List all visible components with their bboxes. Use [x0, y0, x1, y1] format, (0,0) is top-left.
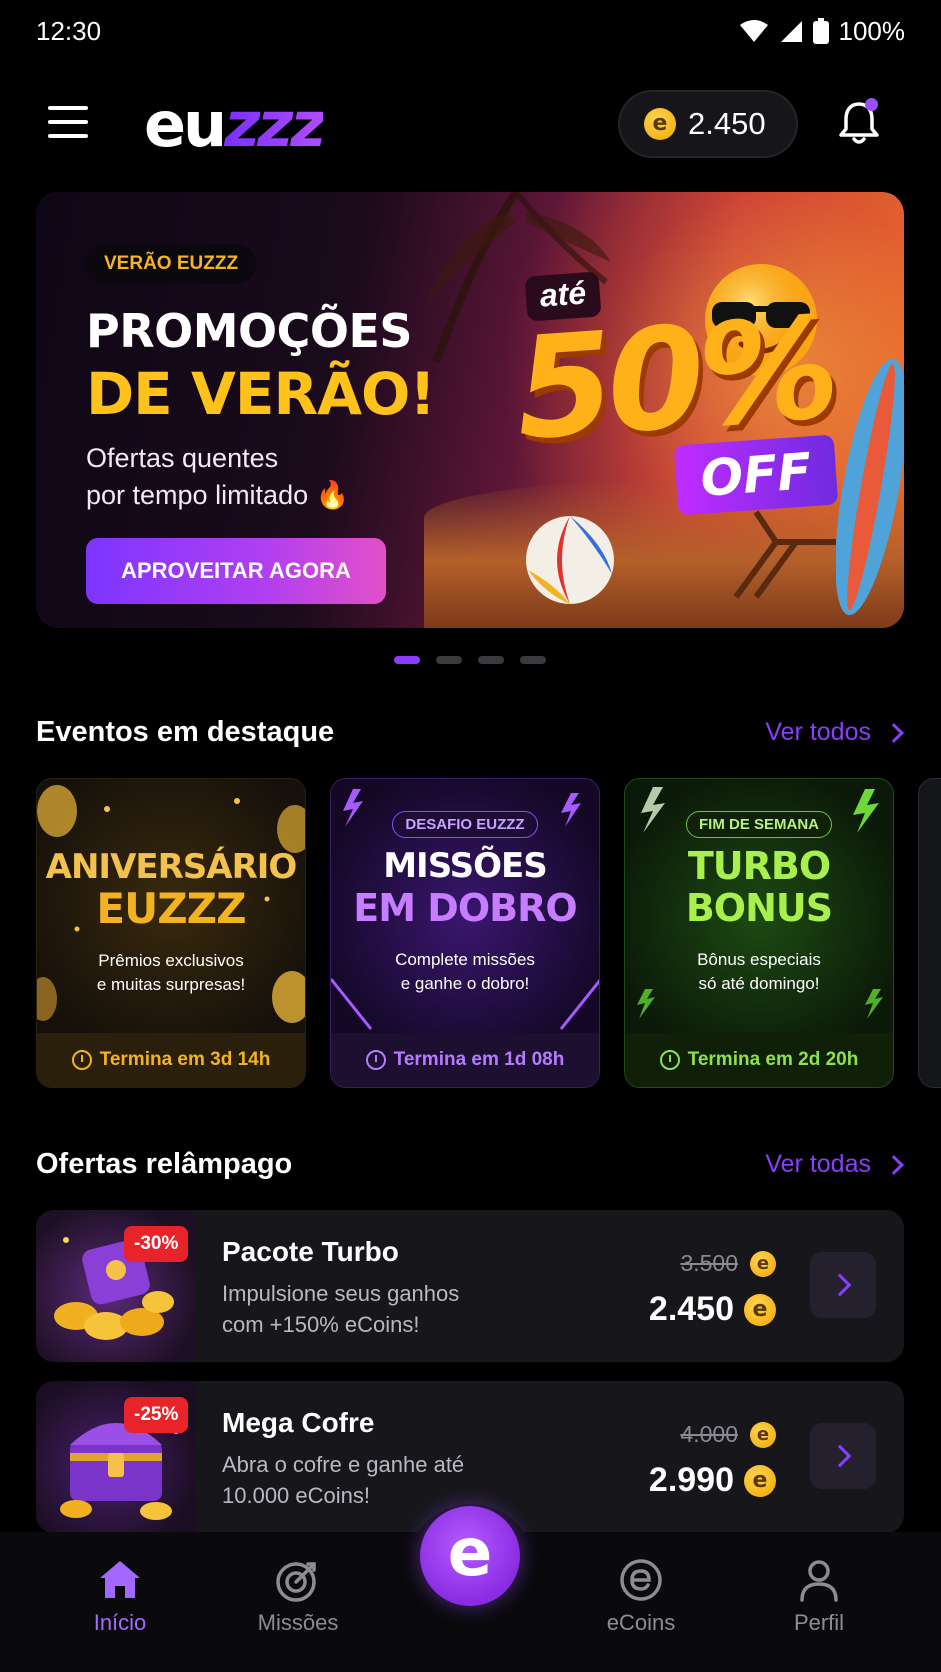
ecoin-icon: e: [744, 1464, 776, 1497]
events-see-all-link[interactable]: Ver todos: [765, 718, 904, 747]
battery-icon: [812, 18, 829, 44]
ecoin-icon: e: [750, 1421, 776, 1448]
banner-tag: VERÃO EUZZZ: [86, 244, 257, 284]
event-title-line2: EUZZZ: [96, 884, 246, 933]
offer-open-button[interactable]: [810, 1252, 876, 1318]
ecoin-icon: [620, 1559, 662, 1601]
event-badge: DESAFIO EUZZZ: [392, 811, 538, 838]
nav-item-home[interactable]: Início: [50, 1556, 190, 1636]
ecoin-icon: e: [750, 1250, 776, 1277]
event-timer: Termina em 1d 08h: [331, 1033, 599, 1087]
notification-dot: [865, 98, 878, 111]
event-title-line1: ANIVERSÁRIO: [45, 847, 298, 887]
wifi-icon: [739, 20, 768, 42]
pagination-dot[interactable]: [394, 656, 420, 664]
ecoin-icon: e: [644, 108, 676, 140]
euzzz-center-button[interactable]: e: [420, 1506, 520, 1606]
offer-title: Pacote Turbo: [222, 1236, 399, 1267]
chevron-right-icon: [884, 1154, 904, 1175]
nav-item-missions[interactable]: Missões: [228, 1556, 368, 1636]
home-icon: [100, 1561, 140, 1598]
chevron-right-icon: [828, 1273, 852, 1297]
hamburger-menu-icon[interactable]: [48, 106, 88, 138]
discount-badge: -25%: [124, 1397, 189, 1433]
battery-level: 100%: [838, 15, 906, 46]
beach-ball-decoration: [526, 516, 614, 604]
nav-item-ecoins[interactable]: eCoins: [571, 1556, 711, 1636]
event-card[interactable]: FIM DE SEMANA TURBO BONUS Bônus especiai…: [624, 778, 894, 1088]
euzzz-e-icon: e: [447, 1514, 493, 1591]
app-header: euzzz e 2.450: [0, 88, 941, 164]
target-icon: [276, 1562, 316, 1602]
discount-off-label: OFF: [673, 434, 839, 516]
offer-description: Impulsione seus ganhos com +150% eCoins!: [222, 1281, 460, 1337]
old-price: 4.000 e: [680, 1421, 776, 1448]
chevron-right-icon: [828, 1444, 852, 1468]
event-card[interactable]: ANIVERSÁRIO EUZZZ Prêmios exclusivos e m…: [36, 778, 306, 1088]
pagination-dot[interactable]: [520, 656, 546, 664]
nav-item-profile[interactable]: Perfil: [749, 1556, 889, 1636]
status-bar: 12:30 100%: [0, 0, 941, 62]
offers-section-title: Ofertas relâmpago: [36, 1148, 293, 1180]
banner-cta-button[interactable]: APROVEITAR AGORA: [86, 538, 386, 604]
offer-title: Mega Cofre: [222, 1407, 375, 1438]
pagination-dot[interactable]: [436, 656, 462, 664]
old-price: 3.500 e: [680, 1250, 776, 1277]
event-title-line1: TURBO: [687, 844, 831, 888]
ecoin-icon: e: [744, 1293, 776, 1326]
event-timer: Termina em 2d 20h: [625, 1033, 893, 1087]
event-card[interactable]: DESAFIO EUZZZ MISSÕES EM DOBRO Complete …: [330, 778, 600, 1088]
banner-title-line2: DE VERÃO!: [86, 360, 436, 428]
event-timer: Termina em 3d 14h: [37, 1033, 305, 1087]
event-description: Complete missões e ganhe o dobro!: [395, 950, 535, 993]
coin-balance-pill[interactable]: e 2.450: [618, 90, 798, 158]
pagination-dot[interactable]: [478, 656, 504, 664]
timer-icon: [71, 1050, 92, 1070]
event-title-line2: EM DOBRO: [353, 886, 577, 930]
event-description: Bônus especiais só até domingo!: [697, 950, 821, 993]
promo-banner[interactable]: até 50% OFF VERÃO EUZZZ PROMOÇÕES DE VER…: [36, 192, 904, 628]
offers-see-all-link[interactable]: Ver todas: [765, 1150, 904, 1179]
coin-balance: 2.450: [688, 106, 766, 141]
banner-title-line1: PROMOÇÕES: [86, 304, 413, 358]
notification-bell-icon[interactable]: [834, 98, 884, 148]
user-icon: [800, 1560, 838, 1602]
chevron-right-icon: [884, 722, 904, 743]
status-time: 12:30: [36, 15, 102, 46]
offer-card[interactable]: -30% Pacote Turbo Impulsione seus ganhos…: [36, 1210, 904, 1362]
events-section-title: Eventos em destaque: [36, 716, 335, 748]
new-price: 2.990 e: [649, 1461, 776, 1500]
beach-chair-decoration: [733, 510, 836, 599]
timer-icon: [659, 1050, 680, 1070]
offer-open-button[interactable]: [810, 1423, 876, 1489]
bottom-navigation: Início Missões e eCoins Perfil: [0, 1504, 941, 1672]
offer-description: Abra o cofre e ganhe até 10.000 eCoins!: [222, 1452, 465, 1508]
new-price: 2.450 e: [649, 1290, 776, 1329]
banner-pagination: [394, 656, 546, 664]
event-description: Prêmios exclusivos e muitas surpresas!: [96, 951, 246, 994]
banner-subtitle: Ofertas quentes por tempo limitado 🔥: [86, 443, 350, 510]
signal-icon: [780, 21, 802, 42]
timer-icon: [365, 1050, 386, 1070]
status-icons: 100%: [739, 15, 906, 47]
app-logo: euzzz: [144, 88, 326, 161]
event-title-line2: BONUS: [685, 886, 833, 930]
event-card-partial[interactable]: [918, 778, 941, 1088]
event-badge: FIM DE SEMANA: [686, 811, 832, 838]
event-title-line1: MISSÕES: [383, 846, 548, 886]
surfboard-decoration: [836, 358, 904, 616]
discount-badge: -30%: [124, 1226, 189, 1262]
